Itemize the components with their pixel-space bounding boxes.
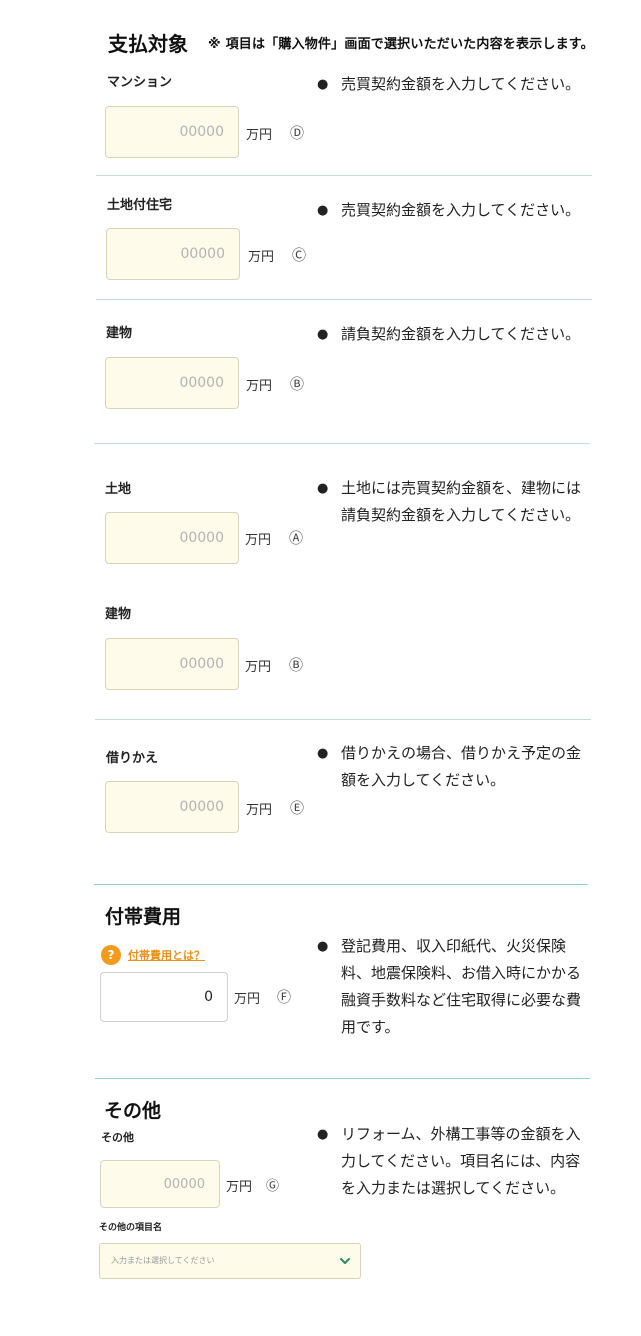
incidental-help-link[interactable]: 付帯費用とは？ xyxy=(128,947,205,963)
bullet-icon: ● xyxy=(317,1127,329,1142)
other-amount-input[interactable] xyxy=(100,1160,220,1208)
mark-c: Ⓒ xyxy=(292,248,306,264)
select-placeholder: 入力または選択してください xyxy=(111,1256,215,1265)
mark-a: Ⓐ xyxy=(289,531,303,547)
divider xyxy=(96,175,592,176)
question-icon[interactable]: ? xyxy=(101,945,121,965)
mansion-label: マンション xyxy=(107,75,173,90)
bullet-icon: ● xyxy=(317,77,329,92)
unit-label: 万円 xyxy=(246,803,273,818)
bullet-icon: ● xyxy=(317,327,329,342)
mark-g: Ⓖ xyxy=(266,1179,280,1194)
land-label: 土地 xyxy=(105,482,132,497)
unit-label: 万円 xyxy=(234,992,261,1007)
divider xyxy=(96,299,592,300)
land-house-label: 土地付住宅 xyxy=(107,198,173,213)
bullet-icon: ● xyxy=(317,939,329,954)
mark-e: Ⓔ xyxy=(290,801,304,817)
building-amount-input[interactable] xyxy=(105,357,239,409)
other-item-name-select[interactable]: 入力または選択してください xyxy=(99,1243,361,1279)
divider xyxy=(95,719,591,720)
section-title-payment-target: 支払対象 xyxy=(108,32,188,56)
unit-label: 万円 xyxy=(245,533,272,548)
incidental-amount-input[interactable] xyxy=(100,972,228,1022)
chevron-down-icon xyxy=(340,1258,350,1264)
mark-f: Ⓕ xyxy=(277,990,291,1006)
land-house-amount-input[interactable] xyxy=(106,228,240,280)
mansion-amount-input[interactable] xyxy=(105,106,239,158)
bullet-icon: ● xyxy=(317,203,329,218)
unit-label: 万円 xyxy=(226,1180,253,1195)
unit-label: 万円 xyxy=(246,379,273,394)
mark-b: Ⓑ xyxy=(290,377,304,393)
section-title-other: その他 xyxy=(104,1100,162,1122)
building-label-2: 建物 xyxy=(105,607,132,622)
other-note: ● リフォーム、外構工事等の金額を入力してください。項目名には、内容を入力または… xyxy=(317,1121,587,1202)
divider xyxy=(94,884,588,885)
unit-label: 万円 xyxy=(245,660,272,675)
refinance-amount-input[interactable] xyxy=(105,781,239,833)
bullet-icon: ● xyxy=(317,746,329,761)
section-note: ※ 項目は「購入物件」画面で選択いただいた内容を表示します。 xyxy=(208,37,594,52)
building-note: ● 請負契約金額を入力してください。 xyxy=(317,321,587,348)
mark-d: Ⓓ xyxy=(290,126,304,142)
divider xyxy=(94,443,590,444)
building2-amount-input[interactable] xyxy=(105,638,239,690)
refinance-label: 借りかえ xyxy=(106,751,159,766)
mansion-note: ● 売買契約金額を入力してください。 xyxy=(317,71,587,98)
land-house-note: ● 売買契約金額を入力してください。 xyxy=(317,197,587,224)
land-note: ● 土地には売買契約金額を、建物には請負契約金額を入力してください。 xyxy=(317,475,587,529)
bullet-icon: ● xyxy=(317,481,329,496)
mark-b: Ⓑ xyxy=(289,658,303,674)
unit-label: 万円 xyxy=(248,250,275,265)
land-amount-input[interactable] xyxy=(105,512,239,564)
other-label: その他 xyxy=(101,1131,134,1144)
refinance-note: ● 借りかえの場合、借りかえ予定の金額を入力してください。 xyxy=(317,740,587,794)
incidental-note: ● 登記費用、収入印紙代、火災保険料、地震保険料、お借入時にかかる融資手数料など… xyxy=(317,933,587,1041)
building-label: 建物 xyxy=(106,326,133,341)
section-title-incidental: 付帯費用 xyxy=(105,906,182,928)
divider xyxy=(95,1078,590,1079)
unit-label: 万円 xyxy=(246,128,273,143)
other-item-name-label: その他の項目名 xyxy=(99,1223,163,1233)
